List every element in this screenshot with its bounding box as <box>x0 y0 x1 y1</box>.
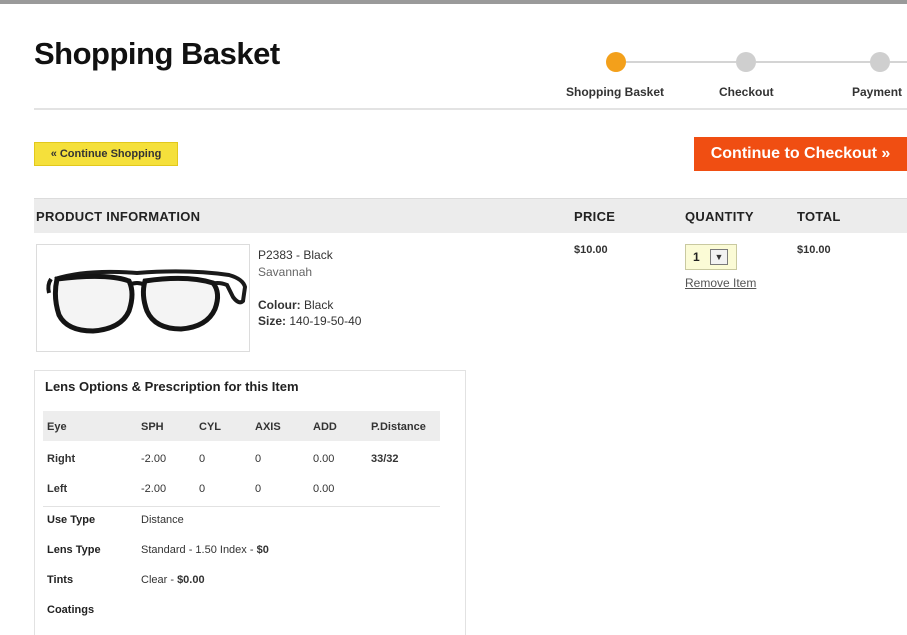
rx-header-pdistance: P.Distance <box>371 421 426 433</box>
rx-right-add: 0.00 <box>313 453 335 465</box>
lens-type-text: Standard - 1.50 Index - <box>141 544 257 556</box>
remove-item-link[interactable]: Remove Item <box>685 276 756 290</box>
step-label-payment: Payment <box>852 85 903 99</box>
colour-value: Black <box>304 298 334 312</box>
lens-options-panel: Lens Options & Prescription for this Ite… <box>34 370 466 635</box>
use-type-label: Use Type <box>47 514 96 526</box>
rx-right-axis: 0 <box>255 453 262 465</box>
header-product-information: PRODUCT INFORMATION <box>36 209 201 224</box>
tints-label: Tints <box>47 574 74 586</box>
rx-left-eye: Left <box>47 483 68 495</box>
progress-line <box>626 61 736 63</box>
rx-left-sph: -2.00 <box>141 483 167 495</box>
product-size: Size: 140-19-50-40 <box>258 314 361 328</box>
basket-table-header: PRODUCT INFORMATION PRICE QUANTITY TOTAL <box>34 198 907 233</box>
continue-to-checkout-button[interactable]: Continue to Checkout » <box>694 137 907 171</box>
size-label: Size: <box>258 314 287 328</box>
tints-text: Clear - <box>141 574 178 586</box>
coatings-label: Coatings <box>47 604 95 616</box>
checkout-progress: Shopping Basket Checkout Payment <box>560 48 907 108</box>
header-quantity: QUANTITY <box>685 209 754 224</box>
continue-shopping-button[interactable]: « Continue Shopping <box>34 142 178 166</box>
rx-right-sph: -2.00 <box>141 453 167 465</box>
tints-price: $0.00 <box>177 574 205 586</box>
quantity-value: 1 <box>693 250 700 264</box>
tints-value: Clear - $0.00 <box>141 574 205 586</box>
rx-left-cyl: 0 <box>199 483 206 495</box>
rx-header-add: ADD <box>313 421 337 433</box>
header-price: PRICE <box>574 209 616 224</box>
top-border <box>0 0 907 4</box>
product-image[interactable] <box>36 244 250 352</box>
colour-label: Colour: <box>258 298 301 312</box>
step-dot-shopping-basket <box>606 52 626 72</box>
item-total: $10.00 <box>797 244 831 256</box>
step-label-shopping-basket: Shopping Basket <box>566 85 665 99</box>
use-type-value: Distance <box>141 514 184 526</box>
lens-options-title: Lens Options & Prescription for this Ite… <box>45 379 299 394</box>
rx-right-pdistance: 33/32 <box>371 453 399 465</box>
chevron-down-icon[interactable]: ▼ <box>710 249 728 265</box>
product-colour: Colour: Black <box>258 298 333 312</box>
lens-type-label: Lens Type <box>47 544 101 556</box>
lens-type-price: $0 <box>256 544 269 556</box>
rx-right-cyl: 0 <box>199 453 206 465</box>
rx-header-cyl: CYL <box>199 421 221 433</box>
header-total: TOTAL <box>797 209 841 224</box>
item-price: $10.00 <box>574 244 608 256</box>
step-label-checkout: Checkout <box>719 85 774 99</box>
header-divider <box>34 108 907 110</box>
rx-right-eye: Right <box>47 453 76 465</box>
lens-type-value: Standard - 1.50 Index - $0 <box>141 544 269 556</box>
glasses-image <box>46 269 248 334</box>
rx-left-add: 0.00 <box>313 483 335 495</box>
product-name: Savannah <box>258 265 313 279</box>
step-dot-payment <box>870 52 890 72</box>
rx-left-axis: 0 <box>255 483 262 495</box>
progress-line <box>756 61 880 63</box>
size-value: 140-19-50-40 <box>289 314 362 328</box>
rx-header-eye: Eye <box>47 421 67 433</box>
progress-line <box>890 61 907 63</box>
rx-header-axis: AXIS <box>255 421 281 433</box>
quantity-select[interactable]: 1 ▼ <box>685 244 737 270</box>
options-divider <box>43 506 440 507</box>
page-title: Shopping Basket <box>34 36 280 71</box>
rx-header-sph: SPH <box>141 421 164 433</box>
product-code: P2383 - Black <box>258 248 333 262</box>
step-dot-checkout <box>736 52 756 72</box>
